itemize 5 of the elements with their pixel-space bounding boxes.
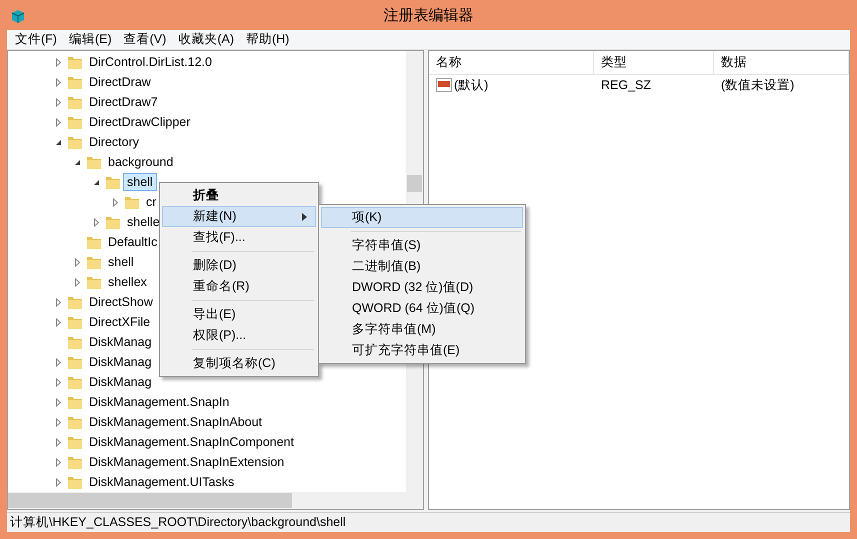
window-title: 注册表编辑器 bbox=[382, 6, 474, 24]
table-cell: (默认) bbox=[454, 76, 488, 94]
status-bar: 计算机\HKEY_CLASSES_ROOT\Directory\background\shell bbox=[7, 512, 850, 532]
table-cell-text: REG_SZ bbox=[600, 78, 652, 92]
table-cell-text: (数值未设置) bbox=[720, 76, 796, 94]
